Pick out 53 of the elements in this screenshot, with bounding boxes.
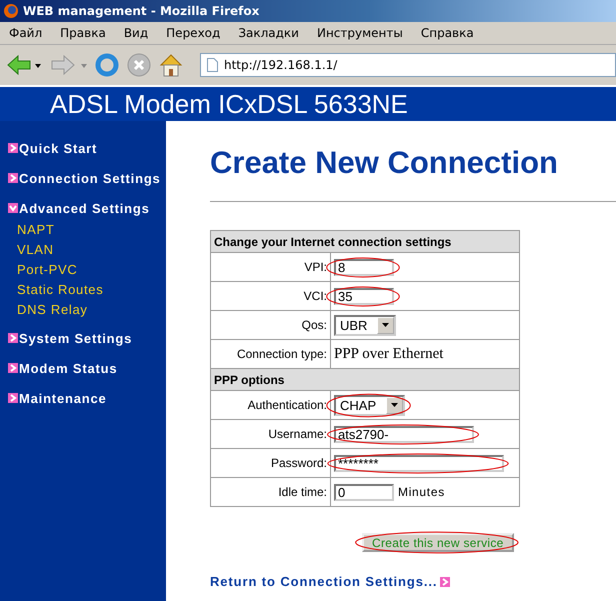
- sidebar-item[interactable]: Maintenance: [8, 383, 166, 413]
- sidebar-subitem[interactable]: Static Routes: [8, 279, 166, 299]
- dropdown[interactable]: CHAP: [334, 394, 406, 416]
- sidebar-subitem[interactable]: Port-PVC: [8, 259, 166, 279]
- arrow-icon: [440, 576, 450, 586]
- menu-item[interactable]: Правка: [51, 26, 115, 40]
- caret-icon: [391, 403, 398, 407]
- menu-item[interactable]: Вид: [114, 26, 158, 40]
- dropdown[interactable]: UBR: [334, 314, 396, 336]
- text-field[interactable]: 8: [334, 258, 394, 276]
- text-field[interactable]: ********: [334, 454, 504, 472]
- field-label: VPI:: [210, 252, 330, 282]
- caret-icon: [382, 323, 390, 327]
- text-field[interactable]: 35: [334, 288, 394, 304]
- field-label: Password:: [210, 448, 330, 478]
- address-field[interactable]: http://192.168.1.1/: [200, 53, 616, 77]
- unit-label: Minutes: [398, 485, 445, 499]
- browser-logo-icon: [3, 3, 19, 19]
- menu-item[interactable]: Переход: [157, 26, 230, 40]
- back-arrow-icon[interactable]: [6, 53, 42, 77]
- field-label: Idle time:: [210, 478, 330, 506]
- page-icon: [207, 58, 218, 72]
- menu-item[interactable]: Файл: [0, 26, 52, 40]
- window-title: WEB management - Mozilla Firefox: [23, 4, 260, 18]
- sidebar-item[interactable]: Connection Settings: [8, 163, 166, 193]
- field-value: PPP over Ethernet: [334, 346, 444, 362]
- arrow-icon: [8, 393, 18, 403]
- field-label: Username:: [210, 420, 330, 448]
- home-icon[interactable]: [158, 52, 184, 78]
- menu-item[interactable]: Инструменты: [308, 26, 412, 40]
- text-field[interactable]: ats2790-: [334, 426, 474, 442]
- text-field[interactable]: 0: [334, 484, 394, 500]
- return-link[interactable]: Return to Connection Settings...: [210, 574, 438, 589]
- sidebar-item[interactable]: Modem Status: [8, 353, 166, 383]
- menu-item[interactable]: Закладки: [229, 26, 308, 40]
- menu-item[interactable]: Справка: [412, 26, 483, 40]
- arrow-icon: [8, 173, 18, 183]
- arrow-icon: [8, 143, 18, 153]
- arrow-icon: [8, 333, 18, 343]
- page-title: Create New Connection: [210, 145, 559, 181]
- sidebar-subitem[interactable]: DNS Relay: [8, 299, 166, 319]
- sidebar-item[interactable]: Quick Start: [8, 133, 166, 163]
- stop-icon[interactable]: [126, 52, 152, 78]
- sidebar-item[interactable]: System Settings: [8, 323, 166, 353]
- section-header: PPP options: [210, 368, 520, 390]
- arrow-icon: [8, 363, 18, 373]
- sidebar-subitem[interactable]: VLAN: [8, 239, 166, 259]
- section-header: Change your Internet connection settings: [210, 230, 520, 252]
- field-label: Qos:: [210, 310, 330, 340]
- field-label: Authentication:: [210, 390, 330, 420]
- expanded-arrow-icon: [8, 203, 18, 213]
- field-label: VCI:: [210, 282, 330, 310]
- page-header: ADSL Modem ICxDSL 5633NE: [0, 85, 616, 121]
